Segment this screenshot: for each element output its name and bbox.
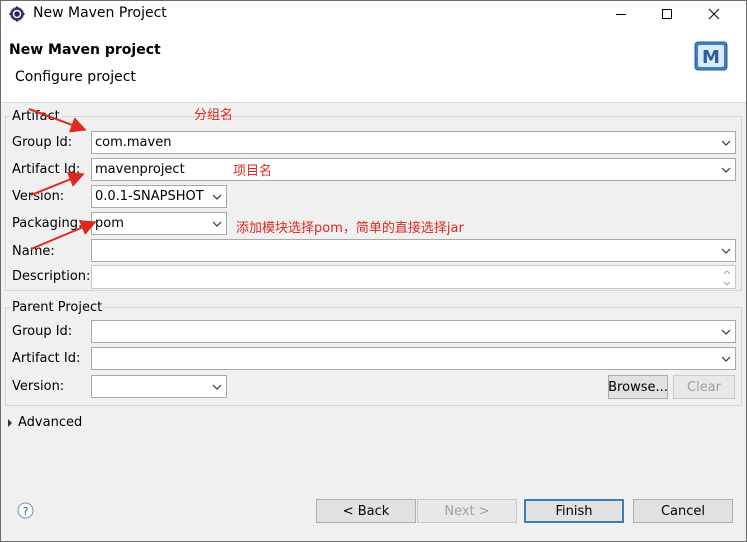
cancel-button[interactable]: Cancel	[633, 499, 733, 523]
wizard-title: New Maven project	[9, 42, 161, 58]
chevron-down-icon	[208, 213, 226, 234]
packaging-combo[interactable]: pom	[91, 212, 227, 235]
parent-group-id-combo[interactable]	[91, 320, 736, 343]
parent-group-id-label: Group Id:	[12, 324, 73, 339]
close-icon	[708, 8, 720, 20]
scroll-down-icon[interactable]	[721, 278, 733, 288]
parent-artifact-id-combo[interactable]	[91, 347, 736, 370]
chevron-down-icon	[717, 240, 735, 261]
group-id-annotation: 分组名	[194, 108, 234, 123]
minimize-button[interactable]	[598, 1, 644, 27]
artifact-id-label: Artifact Id:	[12, 162, 81, 177]
scroll-up-icon[interactable]	[721, 267, 733, 277]
group-id-value: com.maven	[95, 135, 172, 150]
minimize-icon	[616, 14, 626, 15]
packaging-value: pom	[95, 216, 124, 231]
parent-group-legend: Parent Project	[10, 300, 105, 315]
artifact-id-value: mavenproject	[95, 162, 185, 177]
back-button[interactable]: < Back	[316, 499, 416, 523]
maven-logo-icon: M	[692, 39, 730, 73]
chevron-right-icon	[7, 418, 15, 427]
chevron-down-icon	[717, 132, 735, 153]
packaging-label: Packaging:	[12, 216, 83, 231]
packaging-annotation: 添加模块选择pom，简单的直接选择jar	[236, 221, 464, 236]
version-combo[interactable]: 0.0.1-SNAPSHOT	[91, 185, 227, 208]
chevron-down-icon	[717, 348, 735, 369]
advanced-label: Advanced	[18, 415, 83, 430]
group-id-label: Group Id:	[12, 135, 73, 150]
chevron-down-icon	[717, 321, 735, 342]
parent-version-combo[interactable]	[91, 375, 227, 398]
artifact-id-annotation: 项目名	[233, 164, 273, 179]
chevron-down-icon	[208, 186, 226, 207]
artifact-id-combo[interactable]: mavenproject	[91, 158, 736, 181]
browse-button[interactable]: Browse...	[608, 375, 668, 399]
name-combo[interactable]	[91, 239, 736, 262]
dialog-window: New Maven Project New Maven project Conf…	[0, 0, 747, 542]
eclipse-icon	[9, 6, 25, 22]
advanced-expander[interactable]: Advanced	[7, 415, 82, 430]
svg-text:M: M	[702, 47, 720, 68]
parent-artifact-id-label: Artifact Id:	[12, 351, 81, 366]
window-title: New Maven Project	[33, 5, 167, 21]
version-label: Version:	[12, 189, 65, 204]
maximize-icon	[662, 9, 672, 19]
next-button[interactable]: Next >	[417, 499, 517, 523]
help-icon[interactable]: ?	[17, 502, 34, 523]
description-field[interactable]	[91, 265, 736, 289]
wizard-subtitle: Configure project	[15, 69, 136, 85]
chevron-down-icon	[717, 159, 735, 180]
finish-button[interactable]: Finish	[524, 499, 624, 523]
description-label: Description:	[12, 269, 91, 284]
group-id-combo[interactable]: com.maven	[91, 131, 736, 154]
version-value: 0.0.1-SNAPSHOT	[95, 189, 204, 204]
wizard-header: New Maven project Configure project M	[1, 27, 746, 103]
maximize-button[interactable]	[644, 1, 690, 27]
close-button[interactable]	[691, 1, 737, 27]
parent-version-label: Version:	[12, 379, 65, 394]
name-label: Name:	[12, 244, 55, 259]
svg-text:?: ?	[23, 505, 29, 518]
artifact-group-legend: Artifact	[10, 109, 62, 124]
clear-button[interactable]: Clear	[673, 375, 735, 399]
title-bar: New Maven Project	[1, 1, 746, 27]
chevron-down-icon	[208, 376, 226, 397]
